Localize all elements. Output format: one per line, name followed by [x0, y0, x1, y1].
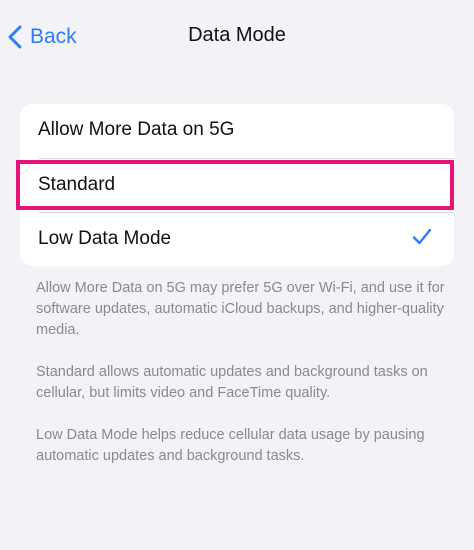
footnote-standard: Standard allows automatic updates and ba… [36, 364, 428, 401]
data-mode-screen: Back Data Mode Allow More Data on 5G Sta… [0, 0, 474, 550]
option-label: Low Data Mode [38, 228, 172, 249]
footnotes: Allow More Data on 5G may prefer 5G over… [36, 278, 446, 488]
checkmark-icon [412, 227, 432, 252]
option-allow-more-data-5g[interactable]: Allow More Data on 5G [20, 104, 454, 158]
navigation-bar: Back Data Mode [0, 0, 474, 72]
page-title: Data Mode [188, 24, 286, 46]
highlight-annotation-box [16, 160, 454, 210]
footnote-low-data-mode: Low Data Mode helps reduce cellular data… [36, 427, 425, 464]
option-low-data-mode[interactable]: Low Data Mode [20, 213, 454, 267]
footnote-allow-more-data: Allow More Data on 5G may prefer 5G over… [36, 280, 445, 338]
option-label: Allow More Data on 5G [38, 119, 235, 140]
